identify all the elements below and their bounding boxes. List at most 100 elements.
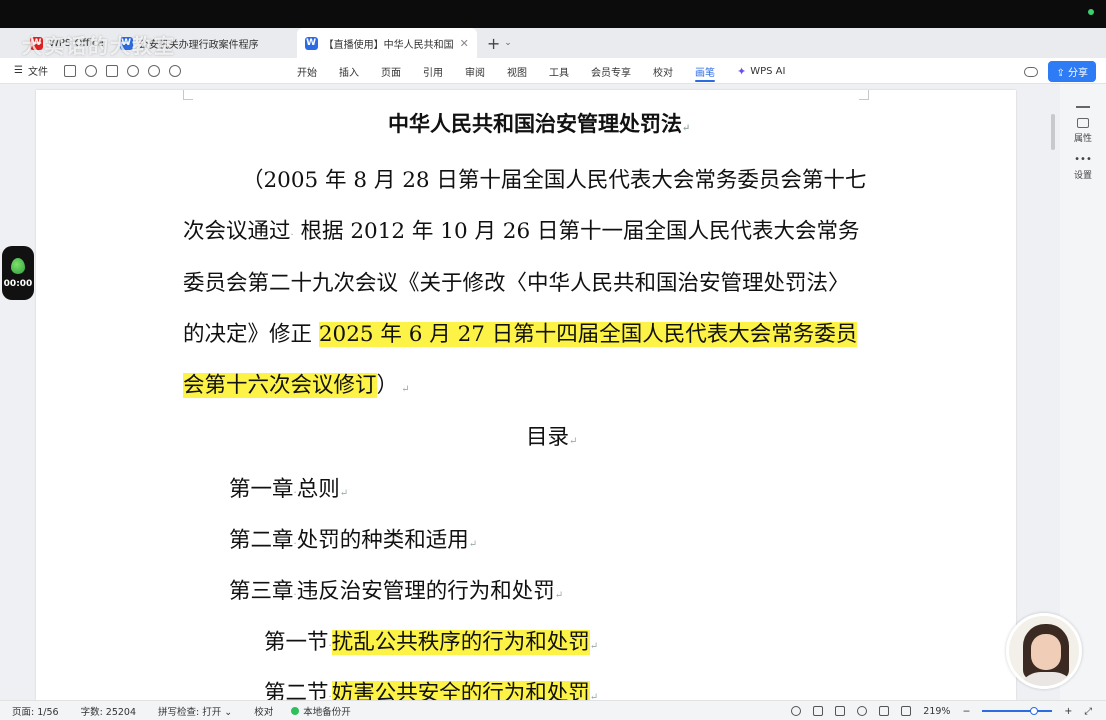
vertical-scrollbar[interactable]: [1051, 114, 1055, 150]
properties-label: 属性: [1073, 133, 1092, 144]
para-text: 次会议通过: [183, 219, 291, 244]
pen-icon[interactable]: [879, 706, 890, 716]
para-text: 的决定》修正: [183, 322, 319, 347]
sliders-icon: [1077, 117, 1089, 128]
print-icon[interactable]: [105, 64, 118, 77]
para-text: 根据 2012 年 10 月 26 日第十一届全国人民代表大会常务: [300, 219, 860, 244]
recorder-widget[interactable]: 00:00: [2, 246, 34, 300]
status-bar: 页面: 1/56 字数: 25204 拼写检查: 打开 ⌄ 校对 本地备份开 2…: [0, 700, 1106, 720]
spell-check-toggle[interactable]: 拼写检查: 打开 ⌄: [158, 704, 232, 718]
tab-procedure-rules[interactable]: W 公安机关办理行政案件程序规定: [112, 28, 267, 58]
toc-item: 第二章·处罚的种类和适用↵: [229, 523, 477, 554]
zoom-slider[interactable]: [982, 707, 1053, 715]
minus-icon: [1076, 106, 1090, 108]
toc-label: 第二章: [229, 528, 294, 553]
highlighted-text: 扰乱公共秩序的行为和处罚: [331, 630, 590, 655]
document-title: 中华人民共和国治安管理处罚法↵: [388, 108, 690, 138]
document-page[interactable]: 中华人民共和国治安管理处罚法↵ （2005 年 8 月 28 日第十届全国人民代…: [36, 90, 1016, 700]
chevron-down-icon[interactable]: ⌄: [504, 38, 512, 48]
highlighted-text: 妨害公共安全的行为和处罚: [331, 681, 590, 700]
word-doc-icon: W: [304, 36, 318, 50]
paragraph-mark-icon: ↵: [339, 488, 349, 499]
properties-button[interactable]: 属性: [1060, 117, 1106, 144]
tab-insert[interactable]: 插入: [328, 58, 370, 84]
tab-page[interactable]: 页面: [370, 58, 412, 84]
redo-icon[interactable]: [168, 64, 181, 77]
webcam-face: [1031, 634, 1061, 670]
eye-icon[interactable]: [791, 706, 802, 716]
file-menu-button[interactable]: ☰ 文件: [14, 63, 48, 78]
share-button[interactable]: ⇪ 分享: [1048, 61, 1096, 82]
tab-view[interactable]: 视图: [496, 58, 538, 84]
proofread-button[interactable]: 校对: [254, 704, 273, 718]
share-label: 分享: [1068, 68, 1088, 79]
paragraph-mark-icon: ↵: [398, 384, 410, 395]
wps-logo-icon: W: [30, 36, 43, 50]
fit-width-icon[interactable]: [901, 706, 912, 716]
paragraph-mark-icon: ↵: [589, 641, 599, 652]
page-indicator[interactable]: 页面: 1/56: [12, 704, 59, 718]
recorder-time: 00:00: [3, 278, 33, 289]
quick-access: [63, 64, 181, 77]
fullscreen-icon[interactable]: ⤢: [1084, 706, 1092, 717]
outline-view-icon[interactable]: [835, 706, 846, 716]
collapse-panel-button[interactable]: [1060, 94, 1106, 108]
hamburger-icon: ☰: [14, 65, 23, 76]
settings-button[interactable]: ••• 设置: [1060, 154, 1106, 181]
para-line-1: （2005 年 8 月 28 日第十届全国人民代表大会常务委员会第十七: [242, 168, 867, 193]
close-tab-icon[interactable]: ✕: [460, 37, 469, 50]
wps-ai-button[interactable]: ✦ WPS AI: [726, 58, 796, 84]
preview-icon[interactable]: [126, 64, 139, 77]
cloud-sync-icon[interactable]: [1024, 66, 1039, 77]
share-link-icon[interactable]: [84, 64, 97, 77]
paragraph-mark-icon: ↵: [554, 590, 564, 601]
highlighted-text: 2025 年 6 月 27 日第十四届全国人民代表大会常务委员: [318, 322, 858, 347]
paragraph-mark-icon: ↵: [589, 692, 599, 700]
tab-review[interactable]: 审阅: [454, 58, 496, 84]
tab-security-law[interactable]: W 【直播使用】中华人民共和国治安管理处罚法 ✕: [296, 28, 477, 58]
tab-proofread[interactable]: 校对: [642, 58, 684, 84]
check-circle-icon: [291, 706, 300, 715]
tab-label: 公安机关办理行政案件程序规定: [138, 39, 259, 51]
save-icon[interactable]: [63, 64, 76, 77]
toc-item: 第一章·总则↵: [229, 472, 348, 503]
toc-item: 第一节·扰乱公共秩序的行为和处罚↵: [264, 625, 598, 656]
wps-ai-label: WPS AI: [750, 65, 786, 77]
tab-tools[interactable]: 工具: [538, 58, 580, 84]
zoom-level[interactable]: 219%: [923, 706, 950, 717]
tab-pen[interactable]: 画笔: [684, 58, 726, 84]
para-text: ）: [376, 373, 399, 398]
paragraph-mark-icon: ↵: [569, 436, 578, 447]
tab-start[interactable]: 开始: [286, 58, 328, 84]
toc-label: 第一节: [264, 630, 329, 655]
tab-bar: W WPS Office W 公安机关办理行政案件程序规定 W 【直播使用】中华…: [0, 28, 1106, 79]
toc-title-text: 目录: [526, 425, 570, 450]
undo-icon[interactable]: [147, 64, 160, 77]
web-view-icon[interactable]: [857, 706, 868, 716]
presenter-webcam: [1006, 613, 1082, 689]
toc-text: 处罚的种类和适用: [296, 528, 469, 553]
right-side-panel: 属性 ••• 设置: [1060, 84, 1106, 700]
zoom-in-icon[interactable]: +: [1064, 706, 1072, 717]
toc-label: 第一章: [229, 477, 294, 502]
word-count[interactable]: 字数: 25204: [81, 704, 136, 718]
spell-check-label: 拼写检查: 打开: [158, 706, 222, 718]
ribbon-tabs: 开始 插入 页面 引用 审阅 视图 工具 会员专享 校对 画笔 ✦ WPS AI: [286, 58, 796, 84]
share-icon: ⇪: [1056, 68, 1068, 79]
toc-label: 第二节: [264, 681, 329, 700]
title-text: 中华人民共和国治安管理处罚法: [388, 111, 682, 136]
para-line-3: 委员会第二十九次会议《关于修改〈中华人民共和国治安管理处罚法〉: [183, 271, 850, 296]
zoom-knob[interactable]: [1030, 707, 1039, 715]
screen-top-bar: [0, 0, 1106, 28]
tab-reference[interactable]: 引用: [412, 58, 454, 84]
page-view-icon[interactable]: [813, 706, 824, 716]
file-menu-label: 文件: [27, 67, 48, 78]
toc-title: 目录↵: [526, 420, 577, 451]
backup-status[interactable]: 本地备份开: [291, 704, 351, 718]
add-tab-icon[interactable]: +: [487, 34, 500, 53]
para-line-4: 的决定》修正 2025 年 6 月 27 日第十四届全国人民代表大会常务委员: [183, 317, 858, 348]
tab-member[interactable]: 会员专享: [580, 58, 642, 84]
tab-wps-office[interactable]: W WPS Office: [22, 28, 112, 58]
zoom-out-icon[interactable]: −: [962, 706, 970, 717]
camera-indicator-icon: [1088, 9, 1094, 15]
